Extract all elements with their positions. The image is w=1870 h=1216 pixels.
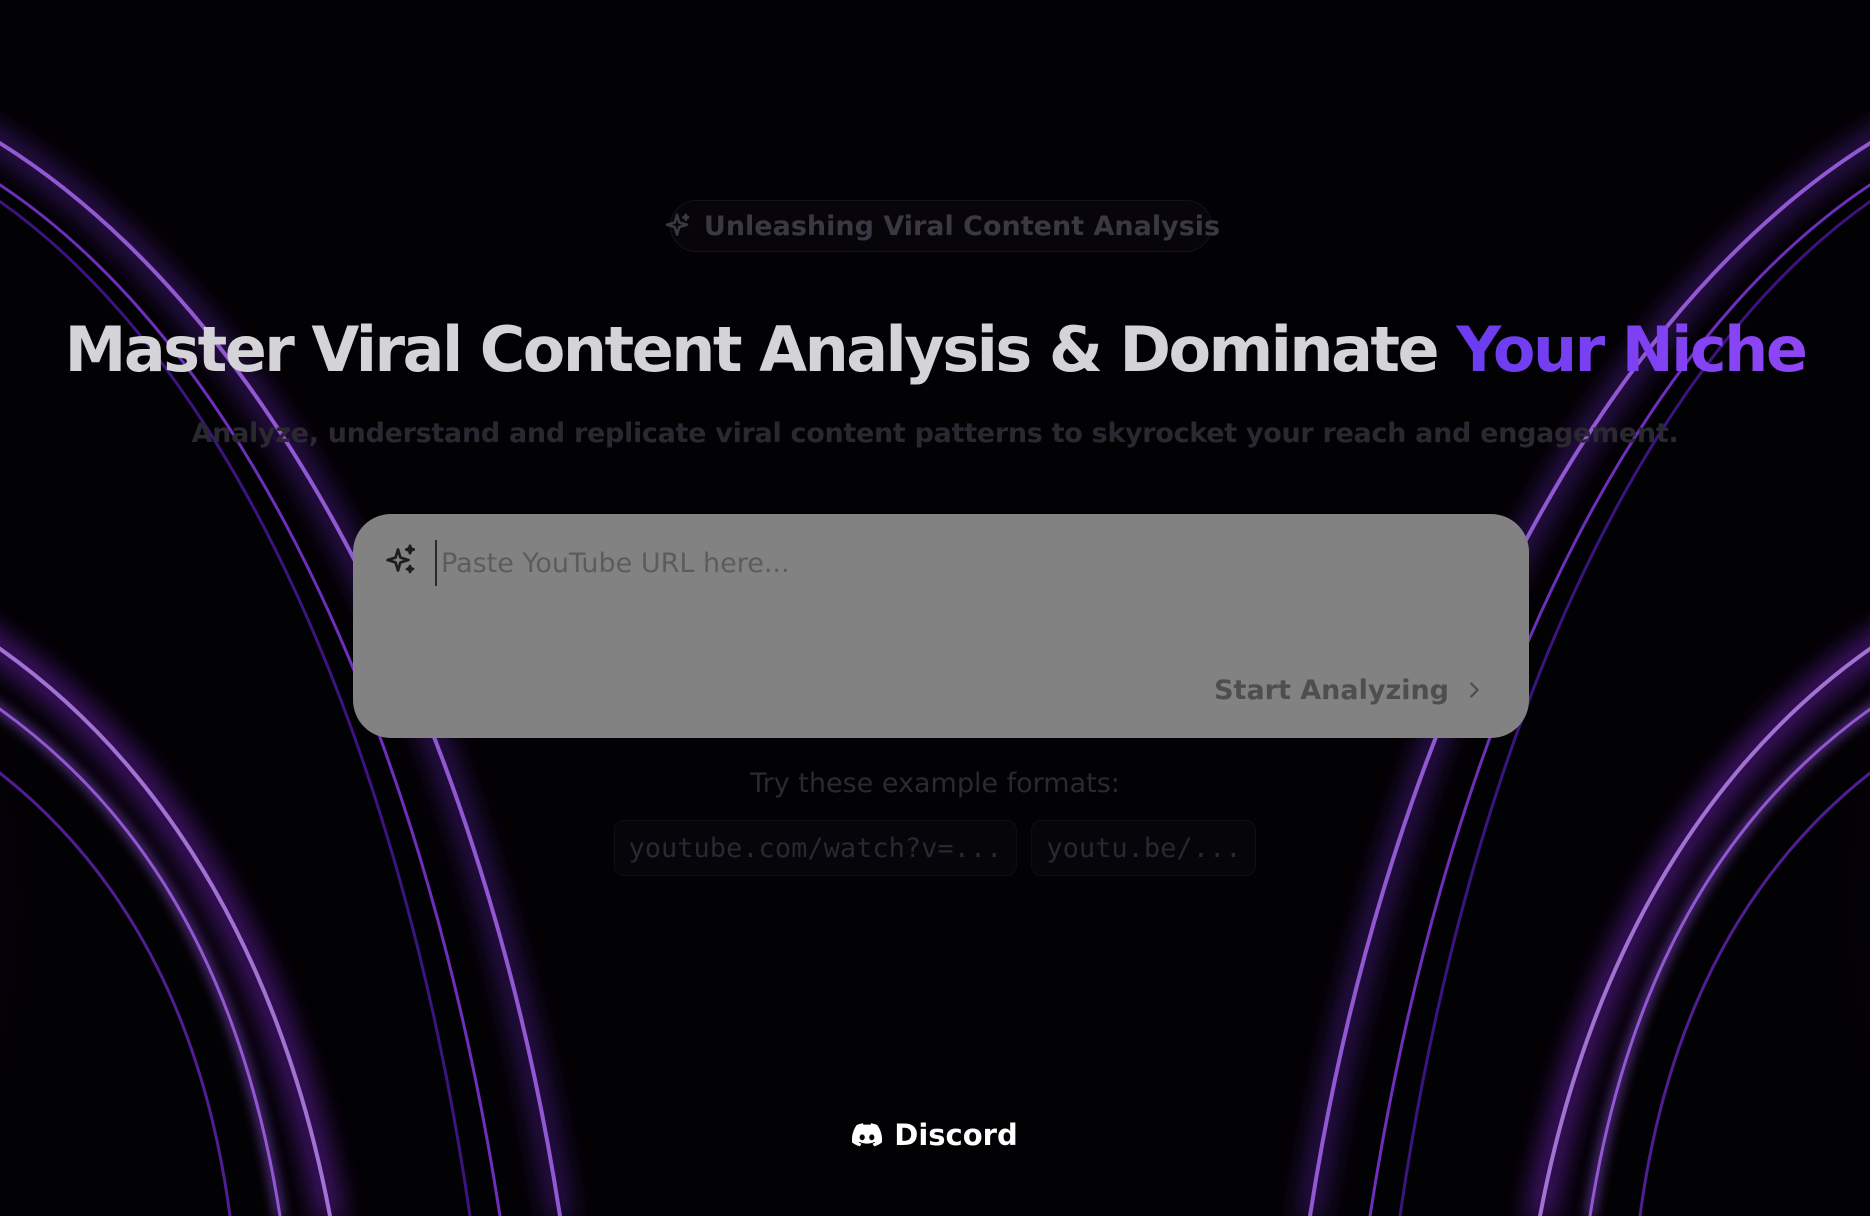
example-chip-short[interactable]: youtu.be/... — [1031, 820, 1257, 876]
title-main: Master Viral Content Analysis & Dominate — [64, 313, 1457, 386]
page-title: Master Viral Content Analysis & Dominate… — [0, 310, 1870, 390]
sparkles-icon — [383, 542, 419, 578]
discord-icon — [852, 1123, 883, 1147]
youtube-url-input[interactable] — [435, 540, 1481, 586]
url-input-card: Start Analyzing — [353, 514, 1529, 738]
announcement-badge: Unleashing Viral Content Analysis — [665, 200, 1220, 252]
page-subtitle: Analyze, understand and replicate viral … — [191, 418, 1679, 449]
sparkle-icon — [662, 211, 692, 241]
example-chip-watch[interactable]: youtube.com/watch?v=... — [613, 820, 1018, 876]
badge-text: Unleashing Viral Content Analysis — [703, 210, 1221, 242]
example-formats: youtube.com/watch?v=... youtu.be/... — [0, 820, 1870, 876]
discord-link[interactable]: Discord — [0, 1118, 1870, 1152]
start-analyzing-button[interactable]: Start Analyzing — [1214, 670, 1485, 710]
title-accent: Your Niche — [1456, 313, 1808, 386]
examples-label: Try these example formats: — [750, 768, 1120, 799]
start-analyzing-label: Start Analyzing — [1214, 674, 1449, 706]
chevron-right-icon — [1463, 679, 1485, 701]
discord-label: Discord — [894, 1118, 1018, 1152]
page: Unleashing Viral Content Analysis Master… — [0, 0, 1870, 1216]
